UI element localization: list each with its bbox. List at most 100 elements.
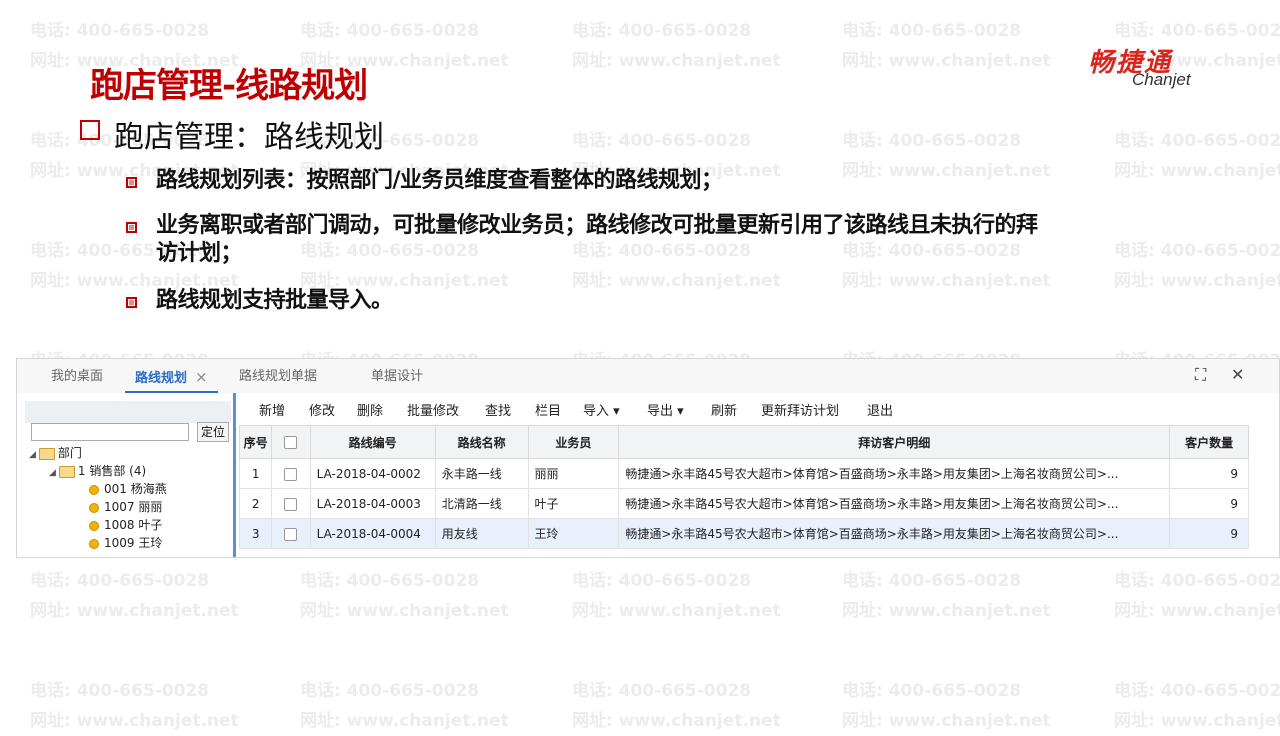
cell-index: 3: [238, 518, 273, 549]
col-header-staff[interactable]: 业务员: [527, 425, 620, 459]
table-row[interactable]: 3 LA-2018-04-0004 用友线 王玲 畅捷通>永丰路45号农大超市>…: [238, 518, 1249, 549]
tree-search-input[interactable]: [31, 423, 189, 441]
watermark-site: 网址: www.chanjet.net: [842, 161, 1051, 181]
app-window: 我的桌面 路线规划 × 路线规划单据 单据设计 ⛶ ✕ 定位 ◢ 部门 ◢ 1 销售部…: [16, 358, 1280, 558]
square-bullet-icon: [80, 120, 100, 140]
watermark-phone: 电话: 400-665-0028: [1114, 241, 1280, 261]
close-window-icon[interactable]: ✕: [1231, 365, 1244, 384]
tree-node-member[interactable]: 1008 叶子: [89, 517, 162, 533]
tree-node-dept[interactable]: ◢ 1 销售部 (4): [49, 463, 146, 481]
delete-button[interactable]: 删除: [357, 400, 383, 419]
batch-edit-button[interactable]: 批量修改: [407, 400, 459, 419]
tab-route-planning[interactable]: 路线规划 ×: [125, 359, 218, 393]
watermark-phone: 电话: 400-665-0028: [572, 21, 752, 41]
expand-icon[interactable]: ◢: [29, 450, 36, 460]
tab-bar: 我的桌面 路线规划 × 路线规划单据 单据设计 ⛶ ✕: [17, 359, 1279, 393]
exit-button[interactable]: 退出: [867, 400, 893, 419]
col-header-detail[interactable]: 拜访客户明细: [618, 425, 1171, 459]
columns-button[interactable]: 栏目: [535, 400, 561, 419]
refresh-button[interactable]: 刷新: [711, 400, 737, 419]
watermark-text: 电话: 400-665-0028网址: www.chanjet.net: [572, 676, 781, 736]
watermark-phone: 电话: 400-665-0028: [842, 571, 1022, 591]
watermark-phone: 电话: 400-665-0028: [842, 131, 1022, 151]
watermark-phone: 电话: 400-665-0028: [1114, 571, 1280, 591]
watermark-phone: 电话: 400-665-0028: [1114, 131, 1280, 151]
bullet-text-1: 路线规划列表：按照部门/业务员维度查看整体的路线规划；: [156, 168, 723, 193]
watermark-text: 电话: 400-665-0028 网址: www.chanjet.net: [842, 126, 1051, 186]
cell-detail: 畅捷通>永丰路45号农大超市>体育馆>百盛商场>永丰路>用友集团>上海名妆商贸公…: [618, 518, 1171, 549]
cell-staff: 丽丽: [527, 458, 620, 489]
maximize-icon[interactable]: ⛶: [1195, 365, 1206, 385]
tab-label: 路线规划单据: [239, 369, 318, 384]
find-button[interactable]: 查找: [485, 400, 511, 419]
col-header-code[interactable]: 路线编号: [309, 425, 436, 459]
watermark-phone: 电话: 400-665-0028: [572, 681, 752, 701]
col-header-name[interactable]: 路线名称: [434, 425, 529, 459]
cell-detail: 畅捷通>永丰路45号农大超市>体育馆>百盛商场>永丰路>用友集团>上海名妆商贸公…: [618, 488, 1171, 519]
locate-button[interactable]: 定位: [197, 422, 229, 442]
watermark-phone: 电话: 400-665-0028: [300, 681, 480, 701]
watermark-text: 电话: 400-665-0028网址: www.chanjet.net: [300, 676, 509, 736]
tree-node-label: 1009 王玲: [104, 536, 163, 550]
watermark-phone: 电话: 400-665-0028: [30, 681, 210, 701]
tree-node-member[interactable]: 1007 丽丽: [89, 499, 162, 515]
bullet-icon: [126, 297, 137, 308]
cell-name: 北清路一线: [434, 488, 529, 519]
watermark-site: 网址: www.chanjet.net: [30, 601, 239, 621]
watermark-text: 电话: 400-665-0028 网址: www.chanjet.net: [1114, 126, 1280, 186]
watermark-site: 网址: www.chanjet.net: [1114, 161, 1280, 181]
watermark-text: 电话: 400-665-0028网址: www.chanjet.net: [572, 236, 781, 296]
cell-select[interactable]: [271, 458, 311, 489]
row-checkbox[interactable]: [284, 497, 298, 511]
watermark-site: 网址: www.chanjet.net: [572, 51, 781, 71]
cell-name: 用友线: [434, 518, 529, 549]
tree-node-member[interactable]: 1009 王玲: [89, 535, 162, 551]
watermark-text: 电话: 400-665-0028网址: www.chanjet.net: [1114, 236, 1280, 296]
tree-node-member[interactable]: 001 杨海燕: [89, 481, 167, 497]
table-row[interactable]: 1 LA-2018-04-0002 永丰路一线 丽丽 畅捷通>永丰路45号农大超…: [238, 458, 1249, 489]
table-header-row: 序号 路线编号 路线名称 业务员 拜访客户明细 客户数量: [238, 425, 1249, 459]
col-header-index[interactable]: 序号: [238, 425, 273, 459]
cell-select[interactable]: [271, 488, 311, 519]
edit-button[interactable]: 修改: [309, 400, 335, 419]
cell-code: LA-2018-04-0002: [309, 458, 436, 489]
update-visit-plan-button[interactable]: 更新拜访计划: [761, 400, 839, 419]
select-all-checkbox[interactable]: [284, 436, 298, 449]
cell-detail: 畅捷通>永丰路45号农大超市>体育馆>百盛商场>永丰路>用友集团>上海名妆商贸公…: [618, 458, 1171, 489]
watermark-phone: 电话: 400-665-0028: [842, 681, 1022, 701]
folder-icon: [58, 465, 75, 478]
col-header-count[interactable]: 客户数量: [1169, 425, 1249, 459]
close-icon[interactable]: ×: [195, 368, 208, 386]
tab-doc-design[interactable]: 单据设计: [371, 359, 423, 391]
cell-staff: 叶子: [527, 488, 620, 519]
export-dropdown[interactable]: 导出 ▾: [647, 400, 684, 419]
row-checkbox[interactable]: [284, 467, 298, 481]
tab-my-desktop[interactable]: 我的桌面: [51, 359, 103, 391]
tab-route-planning-doc[interactable]: 路线规划单据: [239, 359, 317, 391]
watermark-site: 网址: www.chanjet.net: [842, 271, 1051, 291]
cell-index: 1: [238, 458, 273, 489]
watermark-site: 网址: www.chanjet.net: [572, 271, 781, 291]
cell-index: 2: [238, 488, 273, 519]
bullet-icon: [126, 222, 137, 233]
bullet-text-2: 业务离职或者部门调动，可批量修改业务员；路线修改可批量更新引用了该路线且未执行的…: [156, 213, 1038, 238]
watermark-phone: 电话: 400-665-0028: [300, 571, 480, 591]
tree-node-label: 1008 叶子: [104, 518, 163, 532]
bullet-text-2-cont: 访计划；: [156, 241, 243, 266]
add-button[interactable]: 新增: [259, 400, 285, 419]
tree-node-label: 部门: [57, 446, 82, 460]
table-row[interactable]: 2 LA-2018-04-0003 北清路一线 叶子 畅捷通>永丰路45号农大超…: [238, 488, 1249, 519]
expand-icon[interactable]: ◢: [49, 468, 56, 478]
import-dropdown[interactable]: 导入 ▾: [583, 400, 620, 419]
cell-code: LA-2018-04-0003: [309, 488, 436, 519]
cell-select[interactable]: [271, 518, 311, 549]
user-dot-icon: [89, 484, 99, 495]
watermark-text: 电话: 400-665-0028网址: www.chanjet.net: [300, 236, 509, 296]
tree-node-root[interactable]: ◢ 部门: [29, 445, 82, 463]
watermark-phone: 电话: 400-665-0028: [1114, 681, 1280, 701]
tree-node-label: 1007 丽丽: [104, 500, 163, 514]
row-checkbox[interactable]: [284, 527, 298, 541]
watermark-site: 网址: www.chanjet.net: [300, 601, 509, 621]
col-header-select[interactable]: [271, 425, 311, 459]
pane-splitter[interactable]: [233, 393, 236, 557]
